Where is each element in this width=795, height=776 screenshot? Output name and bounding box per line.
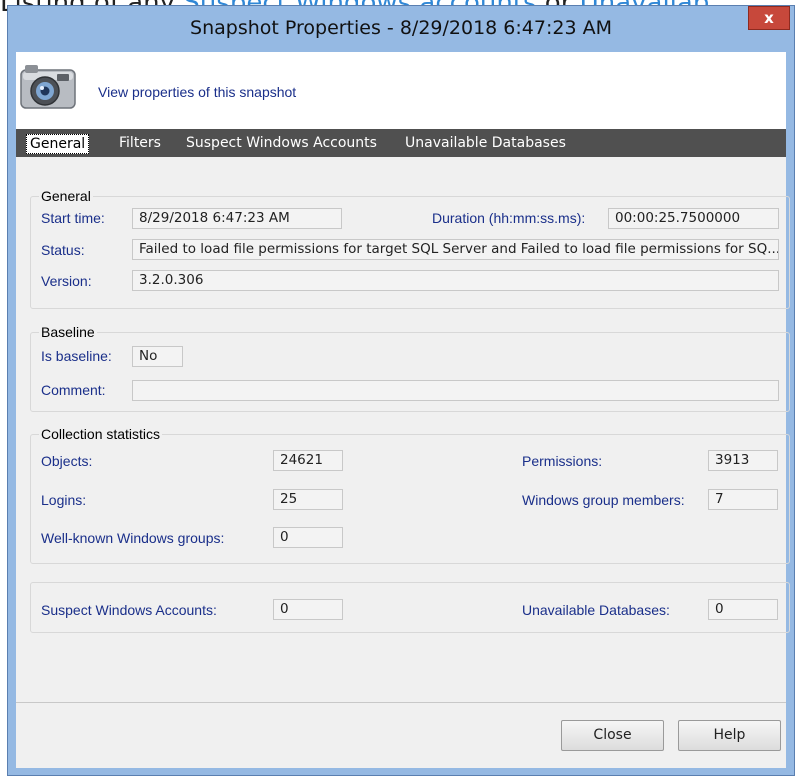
is-baseline-field[interactable]: No: [132, 346, 183, 367]
logins-label: Logins:: [41, 492, 87, 508]
tab-suspect-windows-accounts[interactable]: Suspect Windows Accounts: [186, 129, 377, 157]
tab-general[interactable]: General: [26, 134, 90, 154]
start-time-label: Start time:: [41, 210, 105, 226]
duration-label: Duration (hh:mm:ss.ms):: [432, 210, 586, 226]
status-label: Status:: [41, 242, 85, 258]
dialog-header: View properties of this snapshot: [16, 52, 786, 130]
suspect-accounts-field[interactable]: 0: [273, 599, 343, 620]
general-group: General Start time: 8/29/2018 6:47:23 AM…: [30, 188, 790, 309]
baseline-group: Baseline Is baseline: No Comment:: [30, 324, 790, 412]
dialog-footer: Close Help: [16, 702, 786, 768]
is-baseline-label: Is baseline:: [41, 348, 112, 364]
objects-field[interactable]: 24621: [273, 450, 343, 471]
objects-label: Objects:: [41, 453, 93, 469]
close-button[interactable]: Close: [561, 720, 664, 751]
general-group-title: General: [39, 188, 93, 204]
tab-strip: General Filters Suspect Windows Accounts…: [16, 129, 786, 157]
well-known-groups-label: Well-known Windows groups:: [41, 530, 225, 546]
duration-field[interactable]: 00:00:25.7500000: [608, 208, 779, 229]
windows-group-members-field[interactable]: 7: [708, 489, 778, 510]
tab-unavailable-databases[interactable]: Unavailable Databases: [405, 129, 566, 157]
suspect-accounts-label: Suspect Windows Accounts:: [41, 602, 217, 618]
version-label: Version:: [41, 273, 92, 289]
collection-statistics-group: Collection statistics Objects: 24621 Per…: [30, 426, 790, 564]
status-field[interactable]: Failed to load file permissions for targ…: [132, 239, 779, 260]
close-window-button[interactable]: x: [748, 6, 790, 30]
collection-statistics-title: Collection statistics: [39, 426, 163, 442]
windows-group-members-label: Windows group members:: [522, 492, 685, 508]
accounts-group: Suspect Windows Accounts: 0 Unavailable …: [30, 582, 790, 633]
logins-field[interactable]: 25: [273, 489, 343, 510]
comment-field[interactable]: [132, 380, 779, 401]
comment-label: Comment:: [41, 382, 106, 398]
start-time-field[interactable]: 8/29/2018 6:47:23 AM: [132, 208, 342, 229]
camera-icon: [20, 65, 76, 109]
snapshot-properties-dialog: Snapshot Properties - 8/29/2018 6:47:23 …: [7, 5, 795, 776]
well-known-groups-field[interactable]: 0: [273, 527, 343, 548]
version-field[interactable]: 3.2.0.306: [132, 270, 779, 291]
unavailable-databases-label: Unavailable Databases:: [522, 602, 670, 618]
general-tab-panel: General Start time: 8/29/2018 6:47:23 AM…: [16, 157, 790, 703]
dialog-client-area: View properties of this snapshot General…: [16, 52, 790, 768]
help-button[interactable]: Help: [678, 720, 781, 751]
title-bar[interactable]: Snapshot Properties - 8/29/2018 6:47:23 …: [8, 6, 794, 52]
unavailable-databases-field[interactable]: 0: [708, 599, 778, 620]
header-description: View properties of this snapshot: [98, 84, 297, 100]
tab-filters[interactable]: Filters: [119, 129, 161, 157]
permissions-field[interactable]: 3913: [708, 450, 778, 471]
window-title: Snapshot Properties - 8/29/2018 6:47:23 …: [190, 17, 612, 39]
permissions-label: Permissions:: [522, 453, 603, 469]
baseline-group-title: Baseline: [39, 324, 97, 340]
